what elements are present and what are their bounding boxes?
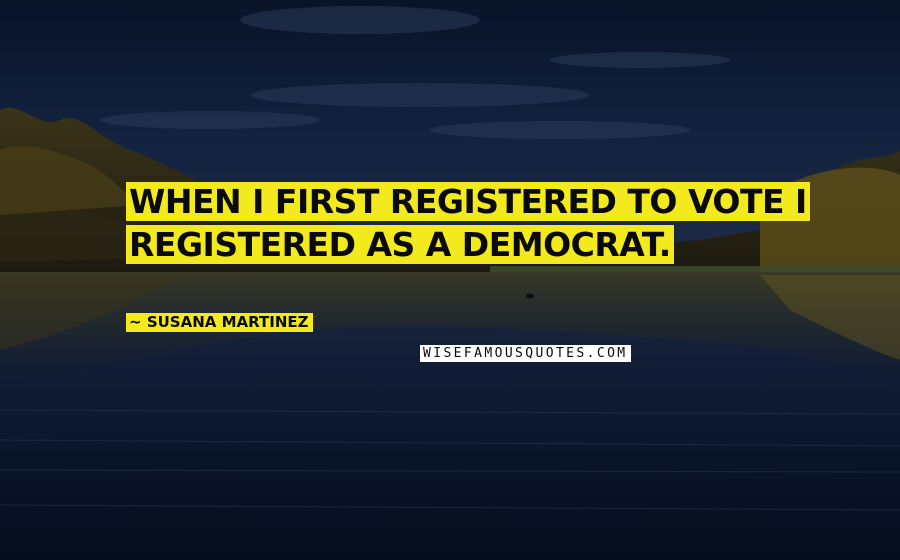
quote-image: When I first registered to vote I regist…	[0, 0, 900, 560]
quote-block: When I first registered to vote I regist…	[126, 180, 826, 266]
quote-text: When I first registered to vote I regist…	[126, 182, 810, 264]
author-attribution: ~ Susana Martinez	[126, 313, 313, 332]
watermark-brand: WISEFAMOUSQUOTES.COM	[420, 345, 631, 362]
duck	[526, 293, 534, 299]
lake-landscape-photo	[0, 0, 900, 560]
author-name: Susana Martinez	[146, 313, 309, 331]
author-prefix: ~	[129, 313, 142, 331]
